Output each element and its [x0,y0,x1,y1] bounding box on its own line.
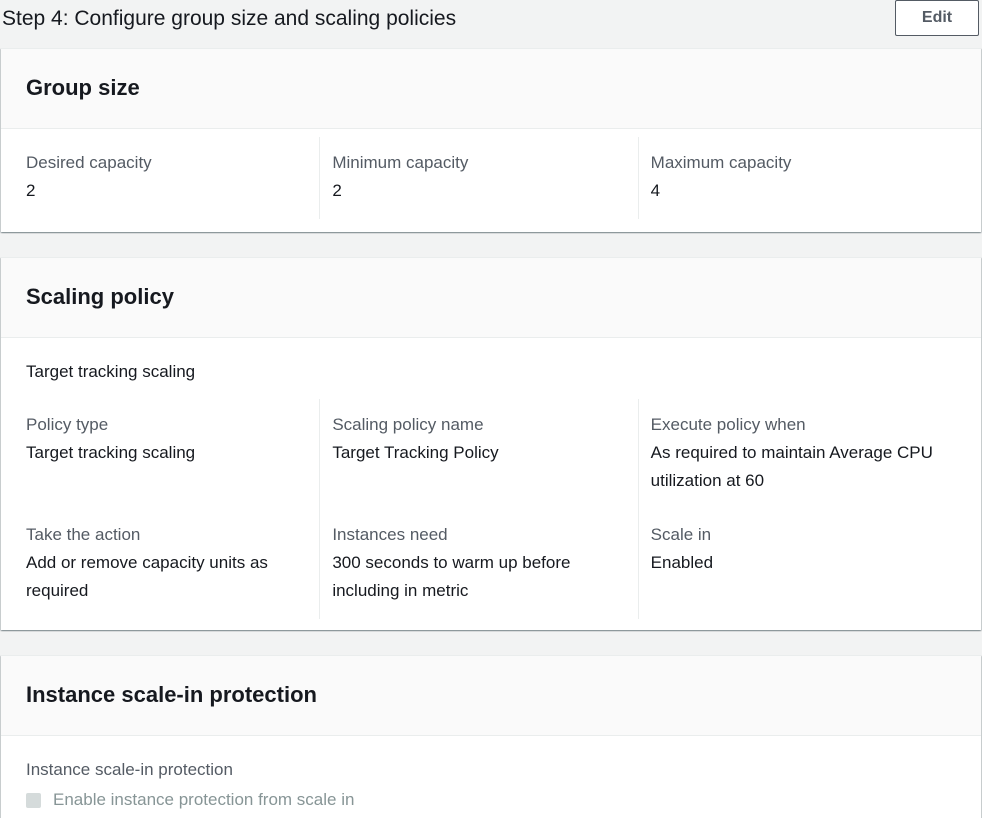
desired-capacity-label: Desired capacity [26,153,152,172]
maximum-capacity-field: Maximum capacity 4 [637,137,956,219]
instances-need-value: 300 seconds to warm up before including … [332,553,571,600]
maximum-capacity-value: 4 [650,181,661,200]
step-header: Step 4: Configure group size and scaling… [0,0,982,38]
scale-in-protection-title: Instance scale-in protection [26,682,317,707]
take-action-field: Take the action Add or remove capacity u… [26,521,307,605]
scale-in-value: Enabled [650,553,714,572]
policy-name-value: Target Tracking Policy [332,443,499,462]
scaling-policy-panel: Scaling policy Target tracking scaling P… [1,257,981,630]
execute-policy-value: As required to maintain Average CPU util… [650,443,933,490]
instances-need-field: Instances need 300 seconds to warm up be… [332,521,625,605]
scale-in-protection-field-label: Instance scale-in protection [26,760,233,779]
scale-in-protection-option[interactable]: Enable instance protection from scale in [26,786,354,814]
group-size-title: Group size [26,75,140,100]
take-action-value: Add or remove capacity units as required [26,553,268,600]
scale-in-protection-header: Instance scale-in protection [1,656,981,736]
take-action-label: Take the action [26,525,141,544]
scaling-col-3: Execute policy when As required to maint… [637,399,956,619]
step-title: Step 4: Configure group size and scaling… [2,7,457,30]
group-size-panel: Group size Desired capacity 2 Minimum ca… [1,48,981,232]
scaling-col-1: Policy type Target tracking scaling Take… [1,399,319,619]
policy-type-field: Policy type Target tracking scaling [26,411,307,521]
policy-type-label: Policy type [26,415,109,434]
scale-in-protection-panel: Instance scale-in protection Instance sc… [1,655,981,818]
minimum-capacity-label: Minimum capacity [332,153,469,172]
desired-capacity-field: Desired capacity 2 [1,137,319,219]
edit-button[interactable]: Edit [895,0,979,36]
scale-in-label: Scale in [650,525,712,544]
minimum-capacity-value: 2 [332,181,342,200]
maximum-capacity-label: Maximum capacity [650,153,792,172]
execute-policy-field: Execute policy when As required to maint… [651,411,944,521]
execute-policy-label: Execute policy when [650,415,806,434]
page: Step 4: Configure group size and scaling… [0,0,982,818]
desired-capacity-value: 2 [26,181,36,200]
instances-need-label: Instances need [332,525,448,544]
scaling-policy-subheading: Target tracking scaling [26,362,196,381]
policy-name-field: Scaling policy name Target Tracking Poli… [332,411,625,521]
scaling-col-2: Scaling policy name Target Tracking Poli… [319,399,637,619]
scale-in-field: Scale in Enabled [651,521,944,577]
scaling-policy-header: Scaling policy [1,258,981,338]
scale-in-protection-checkbox-label: Enable instance protection from scale in [53,790,355,809]
policy-type-value: Target tracking scaling [26,443,196,462]
policy-name-label: Scaling policy name [332,415,484,434]
scale-in-protection-checkbox[interactable] [26,792,41,808]
minimum-capacity-field: Minimum capacity 2 [319,137,637,219]
group-size-header: Group size [1,49,981,129]
scaling-policy-title: Scaling policy [26,284,174,309]
